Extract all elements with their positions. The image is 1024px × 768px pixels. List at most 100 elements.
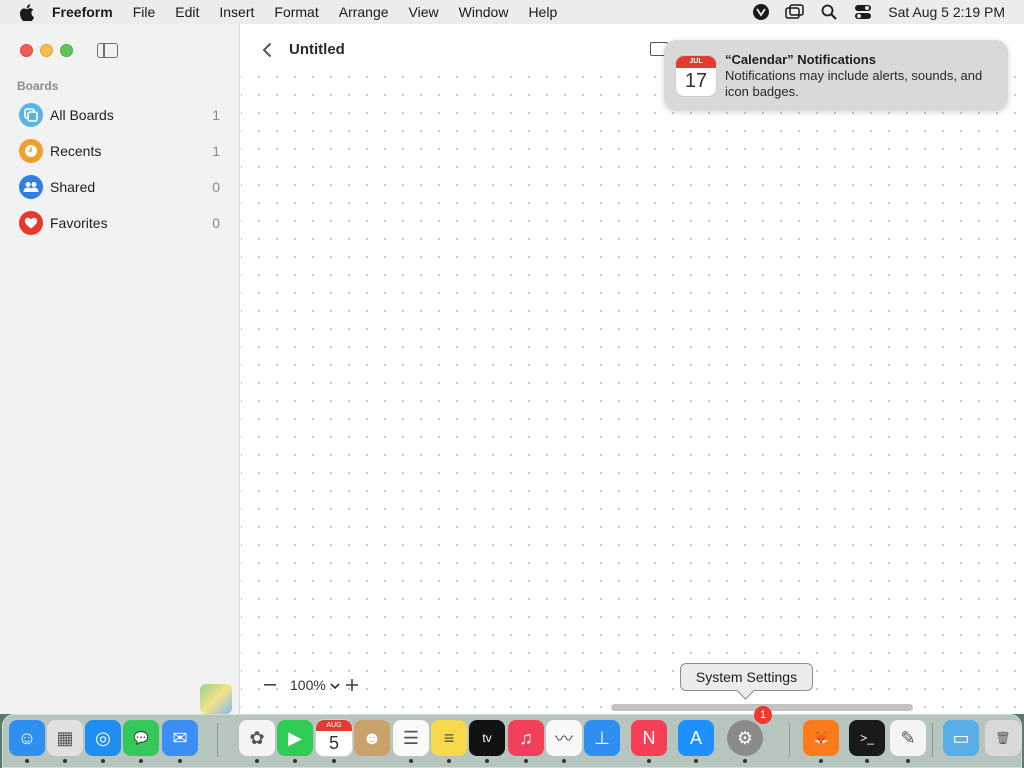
sidebar-item-count: 1 — [212, 143, 220, 159]
clock-icon — [19, 139, 43, 163]
calendar-notification-banner[interactable]: JUL 17 “Calendar” Notifications Notifica… — [664, 40, 1008, 110]
zoom-window-button[interactable] — [60, 44, 73, 57]
menu-insert[interactable]: Insert — [209, 0, 264, 24]
running-indicator — [865, 759, 869, 763]
zoom-out-button[interactable] — [258, 673, 282, 697]
menu-view[interactable]: View — [399, 0, 449, 24]
sidebar: Boards All Boards 1 Recents 1 Shared 0 F… — [0, 24, 240, 714]
safari-icon[interactable]: ◎ — [85, 720, 121, 756]
running-indicator — [101, 759, 105, 763]
menu-arrange[interactable]: Arrange — [329, 0, 399, 24]
control-center-icon[interactable] — [846, 0, 880, 24]
trash-icon[interactable]: 🗑 — [985, 720, 1021, 756]
mail-icon[interactable]: ✉ — [162, 720, 198, 756]
sidebar-toggle-icon[interactable] — [97, 43, 118, 58]
launchpad-icon[interactable]: ▦ — [47, 720, 83, 756]
zoom-controls: 100% — [258, 672, 364, 698]
dock: ☺ ▦ ◎ 💬 ✉ ✿ ▶ AUG 5 ☻ ☰ ≡ tv ♫ 〰 ⊥ N A ⚙ 🦊 >_ ✎ ▭ 🗑 — [2, 714, 1022, 768]
freeform-window: Boards All Boards 1 Recents 1 Shared 0 F… — [0, 24, 1024, 714]
sidebar-item-count: 1 — [212, 107, 220, 123]
calendar-dock-month: AUG — [316, 720, 352, 731]
music-icon[interactable]: ♫ — [508, 720, 544, 756]
news-icon[interactable]: N — [631, 720, 667, 756]
sidebar-item-label: Shared — [50, 179, 96, 195]
firefox-icon[interactable]: 🦊 — [803, 720, 839, 756]
spotlight-search-icon[interactable] — [812, 0, 846, 24]
messages-icon[interactable]: 💬 — [123, 720, 159, 756]
board-canvas[interactable]: Untitled 100% — [241, 24, 1024, 714]
running-indicator — [485, 759, 489, 763]
app-store-icon[interactable]: A — [678, 720, 714, 756]
sidebar-item-shared[interactable]: Shared 0 — [0, 169, 240, 205]
menu-file[interactable]: File — [123, 0, 166, 24]
contacts-icon[interactable]: ☻ — [354, 720, 390, 756]
running-indicator — [25, 759, 29, 763]
all-boards-icon — [19, 103, 43, 127]
sidebar-item-recents[interactable]: Recents 1 — [0, 133, 240, 169]
notes-icon[interactable]: ≡ — [431, 720, 467, 756]
freeform-icon[interactable]: 〰 — [546, 720, 582, 756]
running-indicator — [332, 759, 336, 763]
sidebar-item-label: Favorites — [50, 215, 108, 231]
photos-icon[interactable]: ✿ — [239, 720, 275, 756]
calendar-icon[interactable]: AUG 5 — [316, 720, 352, 756]
running-indicator — [63, 759, 67, 763]
facetime-icon[interactable]: ▶ — [277, 720, 313, 756]
running-indicator — [562, 759, 566, 763]
running-indicator — [906, 759, 910, 763]
vpn-icon[interactable] — [744, 0, 778, 24]
dock-separator — [217, 723, 218, 757]
zoom-in-button[interactable] — [340, 673, 364, 697]
running-indicator — [139, 759, 143, 763]
running-indicator — [447, 759, 451, 763]
chevron-down-icon[interactable] — [330, 678, 340, 693]
menu-window[interactable]: Window — [449, 0, 519, 24]
finder-icon[interactable]: ☺ — [9, 720, 45, 756]
running-indicator — [743, 759, 747, 763]
terminal-icon[interactable]: >_ — [849, 720, 885, 756]
downloads-folder-icon[interactable]: ▭ — [943, 720, 979, 756]
board-title[interactable]: Untitled — [289, 41, 345, 58]
sidebar-item-all-boards[interactable]: All Boards 1 — [0, 97, 240, 133]
people-icon — [19, 175, 43, 199]
apple-tv-icon[interactable]: tv — [469, 720, 505, 756]
textedit-icon[interactable]: ✎ — [890, 720, 926, 756]
screen-mirroring-icon[interactable] — [778, 0, 812, 24]
running-indicator — [647, 759, 651, 763]
notification-title: “Calendar” Notifications — [725, 52, 876, 67]
maps-icon[interactable] — [200, 684, 232, 714]
running-indicator — [178, 759, 182, 763]
apple-menu-icon[interactable] — [0, 0, 52, 24]
menu-format[interactable]: Format — [264, 0, 328, 24]
back-chevron-icon[interactable] — [258, 40, 276, 60]
system-settings-icon[interactable]: ⚙ — [727, 720, 763, 756]
calendar-app-icon: JUL 17 — [676, 56, 716, 96]
calendar-icon-month: JUL — [676, 56, 716, 68]
dock-separator — [789, 723, 790, 757]
heart-icon — [19, 211, 43, 235]
menu-bar: Freeform File Edit Insert Format Arrange… — [0, 0, 1024, 24]
dock-tooltip: System Settings — [680, 663, 813, 691]
menu-help[interactable]: Help — [518, 0, 567, 24]
running-indicator — [293, 759, 297, 763]
minimize-window-button[interactable] — [40, 44, 53, 57]
close-window-button[interactable] — [20, 44, 33, 57]
running-indicator — [819, 759, 823, 763]
menu-bar-clock[interactable]: Sat Aug 5 2:19 PM — [880, 4, 1024, 20]
zoom-level[interactable]: 100% — [282, 677, 330, 693]
menu-edit[interactable]: Edit — [165, 0, 209, 24]
sidebar-item-label: All Boards — [50, 107, 114, 123]
keynote-icon[interactable]: ⊥ — [584, 720, 620, 756]
sidebar-item-count: 0 — [212, 179, 220, 195]
sidebar-item-count: 0 — [212, 215, 220, 231]
running-indicator — [694, 759, 698, 763]
notification-body: Notifications may include alerts, sounds… — [725, 68, 983, 99]
running-indicator — [524, 759, 528, 763]
calendar-icon-day: 17 — [684, 70, 708, 92]
reminders-icon[interactable]: ☰ — [393, 720, 429, 756]
sidebar-item-favorites[interactable]: Favorites 0 — [0, 205, 240, 241]
app-menu-freeform[interactable]: Freeform — [52, 0, 123, 24]
calendar-dock-day: 5 — [328, 733, 339, 753]
sidebar-heading-boards: Boards — [17, 79, 59, 93]
running-indicator — [409, 759, 413, 763]
